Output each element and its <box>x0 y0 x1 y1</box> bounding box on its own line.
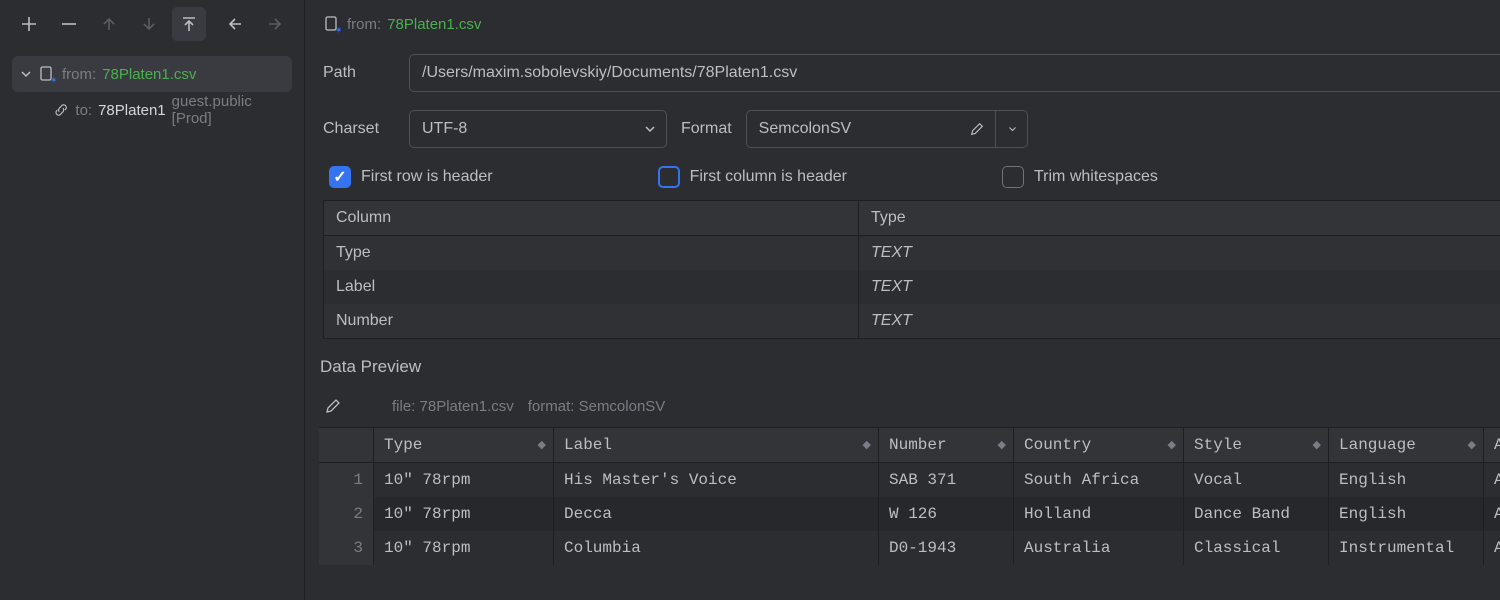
chevron-down-icon <box>20 68 32 80</box>
header-filename: 78Platen1.csv <box>387 16 481 33</box>
sort-icon: ◆ <box>538 438 543 452</box>
charset-value: UTF-8 <box>422 120 467 138</box>
col-header[interactable]: Label◆ <box>554 428 879 462</box>
config-panel: ✶ from: 78Platen1.csv Path /Users/maxim.… <box>305 0 1500 600</box>
source-tree: ✶ from: 78Platen1.csv to: 78Platen1 gues… <box>0 48 304 136</box>
sort-icon: ◆ <box>863 438 868 452</box>
file-icon: ✶ <box>38 65 56 83</box>
chevron-down-icon <box>644 123 656 135</box>
checkbox-row: ✓ First row is header First column is he… <box>323 166 1500 200</box>
charset-select[interactable]: UTF-8 <box>409 110 667 148</box>
pencil-icon[interactable] <box>324 397 342 415</box>
tree-to-item[interactable]: to: 78Platen1 guest.public [Prod] <box>12 92 292 128</box>
preview-file-meta: file: 78Platen1.csv <box>392 398 514 415</box>
charset-label: Charset <box>323 120 395 138</box>
forward-button[interactable] <box>258 7 292 41</box>
checkbox-checked-icon: ✓ <box>329 166 351 188</box>
path-value: /Users/maxim.sobolevskiy/Documents/78Pla… <box>422 64 797 82</box>
table-row[interactable]: 1 10" 78rpm His Master's Voice SAB 371 S… <box>319 463 1500 497</box>
minus-icon <box>60 15 78 33</box>
trim-whitespace-checkbox[interactable]: Trim whitespaces <box>1002 166 1158 188</box>
format-select[interactable]: SemcolonSV <box>746 110 996 148</box>
arrow-left-icon <box>226 15 244 33</box>
format-label: Format <box>681 120 732 138</box>
table-row[interactable]: Label TEXT <box>324 270 1500 304</box>
back-button[interactable] <box>218 7 252 41</box>
pencil-icon[interactable] <box>969 121 985 137</box>
checkbox-empty-icon <box>1002 166 1024 188</box>
tree-toolbar <box>0 0 304 48</box>
data-preview-table: Type◆ Label◆ Number◆ Country◆ Style◆ Lan… <box>319 427 1500 565</box>
arrow-right-icon <box>266 15 284 33</box>
plus-icon <box>20 15 38 33</box>
svg-text:✶: ✶ <box>50 75 56 83</box>
from-filename: 78Platen1.csv <box>102 66 196 83</box>
checkbox-outlined-icon <box>658 166 680 188</box>
link-icon <box>53 101 69 119</box>
sort-icon: ◆ <box>1468 438 1473 452</box>
from-prefix: from: <box>62 66 96 83</box>
format-value: SemcolonSV <box>759 120 852 138</box>
to-target: 78Platen1 <box>98 102 166 119</box>
col-header[interactable]: Number◆ <box>879 428 1014 462</box>
sort-icon: ◆ <box>1168 438 1173 452</box>
col-header[interactable]: Style◆ <box>1184 428 1329 462</box>
column-type-table: Column Type Type TEXT Label TEXT Number … <box>323 200 1500 339</box>
col-header[interactable]: Country◆ <box>1014 428 1184 462</box>
table-row[interactable]: 3 10" 78rpm Columbia D0-1943 Australia C… <box>319 531 1500 565</box>
to-prefix: to: <box>75 102 92 119</box>
first-row-header-checkbox[interactable]: ✓ First row is header <box>329 166 493 188</box>
direction-toggle[interactable] <box>172 7 206 41</box>
arrow-down-icon <box>140 15 158 33</box>
file-icon: ✶ <box>323 15 341 33</box>
tree-from-item[interactable]: ✶ from: 78Platen1.csv <box>12 56 292 92</box>
sort-icon: ◆ <box>998 438 1003 452</box>
sort-icon: ◆ <box>1313 438 1318 452</box>
move-down-button[interactable] <box>132 7 166 41</box>
col-header-column[interactable]: Column <box>324 201 859 235</box>
add-button[interactable] <box>12 7 46 41</box>
col-header[interactable]: Artiest <box>1484 428 1500 462</box>
remove-button[interactable] <box>52 7 86 41</box>
header-from-prefix: from: <box>347 16 381 33</box>
chevron-down-icon <box>1008 123 1017 135</box>
table-row[interactable]: 2 10" 78rpm Decca W 126 Holland Dance Ba… <box>319 497 1500 531</box>
first-col-header-checkbox[interactable]: First column is header <box>658 166 847 188</box>
config-header: ✶ from: 78Platen1.csv <box>305 0 1500 48</box>
move-up-button[interactable] <box>92 7 126 41</box>
gutter-header <box>319 428 374 462</box>
col-header[interactable]: Language◆ <box>1329 428 1484 462</box>
path-input[interactable]: /Users/maxim.sobolevskiy/Documents/78Pla… <box>409 54 1500 92</box>
table-row[interactable]: Number TEXT <box>324 304 1500 338</box>
to-meta: guest.public [Prod] <box>172 93 284 127</box>
table-row[interactable]: Type TEXT <box>324 236 1500 270</box>
path-label: Path <box>323 64 395 82</box>
col-header[interactable]: Type◆ <box>374 428 554 462</box>
arrow-up-icon <box>100 15 118 33</box>
col-header-type[interactable]: Type <box>859 201 1500 235</box>
format-dropdown-button[interactable] <box>996 110 1028 148</box>
preview-format-meta: format: SemcolonSV <box>528 398 666 415</box>
source-tree-panel: ✶ from: 78Platen1.csv to: 78Platen1 gues… <box>0 0 305 600</box>
data-preview-title: Data Preview <box>320 357 1500 377</box>
svg-text:✶: ✶ <box>335 25 341 33</box>
arrow-up-bar-icon <box>180 15 198 33</box>
